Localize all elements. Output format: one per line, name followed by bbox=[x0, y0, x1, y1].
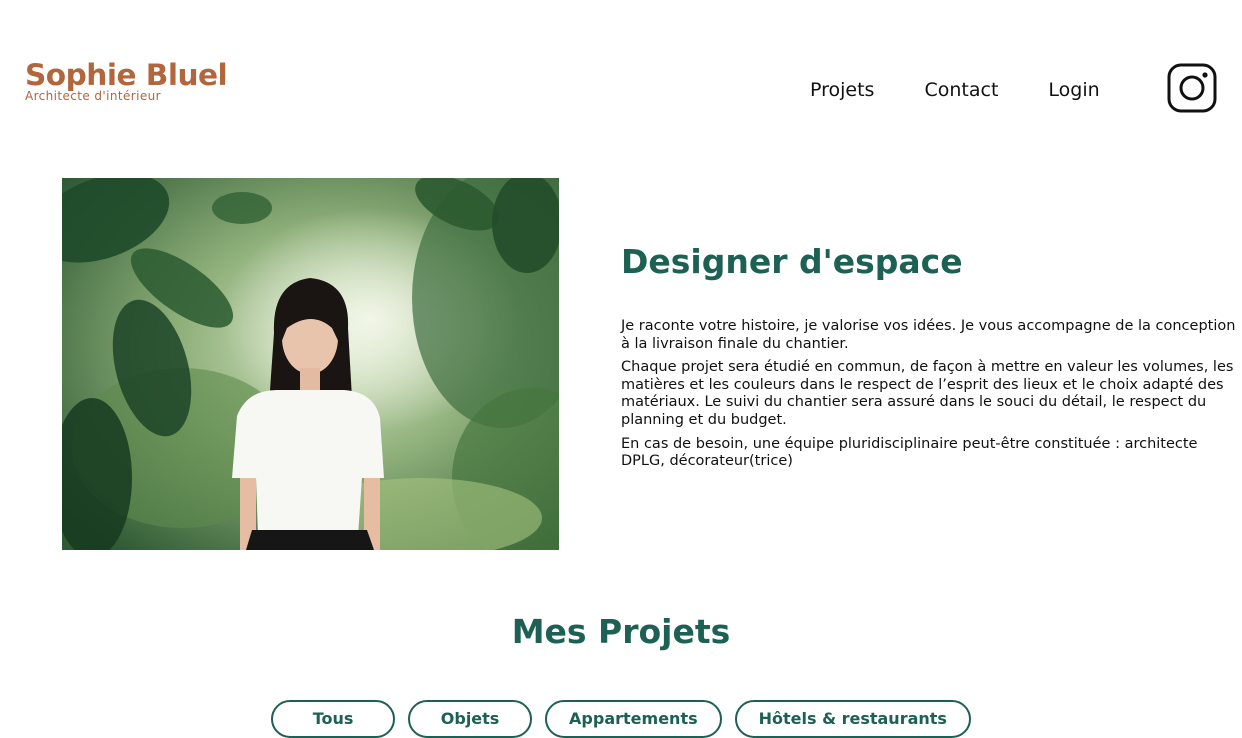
filter-tous-button[interactable]: Tous bbox=[271, 700, 396, 738]
intro-text: Je raconte votre histoire, je valorise v… bbox=[621, 318, 1236, 471]
intro-paragraph: En cas de besoin, une équipe pluridiscip… bbox=[621, 435, 1198, 470]
instagram-icon[interactable] bbox=[1167, 63, 1217, 113]
logo[interactable]: Sophie Bluel Architecte d'intérieur bbox=[25, 60, 228, 103]
nav-projets-link[interactable]: Projets bbox=[810, 77, 874, 103]
intro-article: Designer d'espace Je raconte votre histo… bbox=[621, 240, 1236, 477]
portfolio-title: Mes Projets bbox=[511, 612, 731, 651]
nav-login-link[interactable]: Login bbox=[1048, 77, 1099, 103]
filter-hotels-restaurants-button[interactable]: Hôtels & restaurants bbox=[734, 700, 971, 738]
filter-appartements-button[interactable]: Appartements bbox=[545, 700, 722, 738]
filter-objets-button[interactable]: Objets bbox=[408, 700, 533, 738]
logo-title: Sophie Bluel bbox=[25, 58, 228, 92]
main-nav: Projets Contact Login bbox=[810, 77, 1150, 103]
nav-contact-link[interactable]: Contact bbox=[924, 77, 998, 103]
intro-title: Designer d'espace bbox=[621, 242, 963, 281]
filter-bar: Tous Objets Appartements Hôtels & restau… bbox=[0, 700, 1242, 738]
intro-paragraph: Je raconte votre histoire, je valorise v… bbox=[621, 318, 1236, 352]
intro-paragraph: Chaque projet sera étudié en commun, de … bbox=[621, 359, 1234, 428]
portrait-photo bbox=[62, 178, 559, 550]
